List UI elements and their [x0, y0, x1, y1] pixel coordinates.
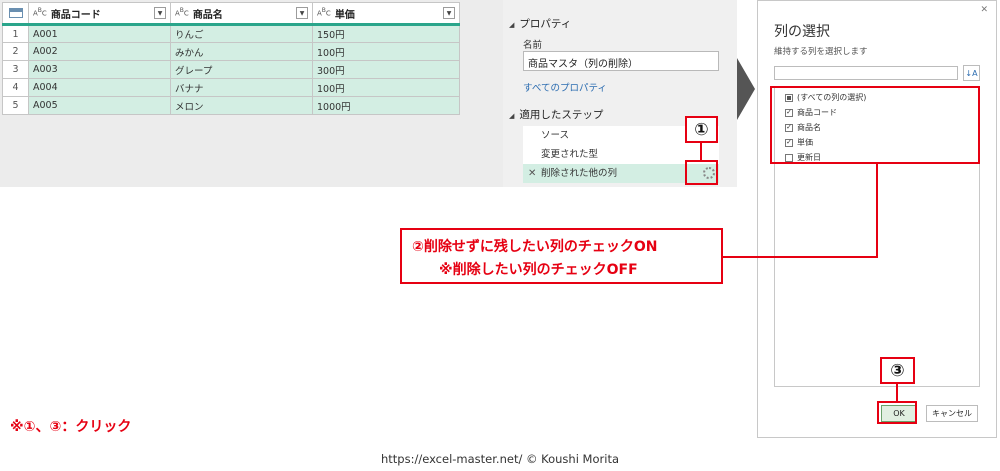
instruction-callout: ②削除せずに残したい列のチェックON ※削除したい列のチェックOFF [400, 228, 723, 284]
applied-steps-section-header[interactable]: ◢ 適用したステップ [509, 107, 603, 122]
highlight-box-gear [685, 160, 718, 185]
callout-line-1: ②削除せずに残したい列のチェックON [412, 239, 658, 255]
connector-line [876, 163, 878, 257]
click-note: ※①、③：クリック [10, 419, 132, 435]
properties-section-header[interactable]: ◢ プロパティ [509, 16, 571, 31]
callout-line-2: ※削除したい列のチェックOFF [439, 262, 638, 278]
connector-line [722, 256, 878, 258]
row-number: 2 [2, 42, 29, 61]
table-row: 3 A003 グレープ 300円 [2, 60, 460, 79]
table-icon [8, 7, 23, 18]
cell-code[interactable]: A001 [28, 24, 171, 43]
cell-name[interactable]: りんご [170, 24, 313, 43]
highlight-box-column-list [770, 86, 980, 164]
step-label: 変更された型 [541, 149, 599, 160]
dialog-subtitle: 維持する列を選択します [774, 47, 868, 57]
collapse-triangle-icon: ◢ [509, 112, 515, 120]
column-header-price[interactable]: ABC 単価 ▼ [312, 2, 460, 26]
collapse-triangle-icon: ◢ [509, 21, 515, 29]
column-header-name[interactable]: ABC 商品名 ▼ [170, 2, 313, 26]
data-preview-grid: ABC 商品コード ▼ ABC 商品名 ▼ ABC 単価 ▼ 1 A001 りん… [2, 2, 460, 115]
sort-icon[interactable]: ↓A [963, 65, 980, 81]
cell-price[interactable]: 150円 [312, 24, 460, 43]
applied-steps-heading: 適用したステップ [519, 109, 604, 121]
close-icon[interactable]: ✕ [980, 5, 988, 15]
filter-dropdown-icon[interactable]: ▼ [443, 7, 455, 19]
cell-price[interactable]: 100円 [312, 42, 460, 61]
connector-line [700, 142, 702, 161]
cell-name[interactable]: グレープ [170, 60, 313, 79]
cell-name[interactable]: バナナ [170, 78, 313, 97]
table-menu-button[interactable] [2, 2, 29, 26]
cell-name[interactable]: メロン [170, 96, 313, 115]
text-type-icon: ABC [175, 7, 189, 18]
pointer-arrow [737, 58, 755, 120]
cell-code[interactable]: A003 [28, 60, 171, 79]
highlight-box-ok [877, 401, 917, 424]
cell-price[interactable]: 300円 [312, 60, 460, 79]
cell-price[interactable]: 1000円 [312, 96, 460, 115]
row-number: 1 [2, 24, 29, 43]
cell-code[interactable]: A002 [28, 42, 171, 61]
filter-dropdown-icon[interactable]: ▼ [296, 7, 308, 19]
cell-name[interactable]: みかん [170, 42, 313, 61]
column-header-label: 商品名 [192, 9, 223, 21]
cell-code[interactable]: A005 [28, 96, 171, 115]
table-row: 4 A004 バナナ 100円 [2, 78, 460, 97]
cell-code[interactable]: A004 [28, 78, 171, 97]
column-header-label: 商品コード [50, 9, 101, 21]
step-label: ソース [541, 130, 570, 141]
dialog-title: 列の選択 [774, 24, 830, 40]
column-header-code[interactable]: ABC 商品コード ▼ [28, 2, 171, 26]
properties-heading: プロパティ [519, 18, 572, 30]
table-row: 5 A005 メロン 1000円 [2, 96, 460, 115]
cell-price[interactable]: 100円 [312, 78, 460, 97]
filter-dropdown-icon[interactable]: ▼ [154, 7, 166, 19]
name-label: 名前 [523, 40, 543, 51]
delete-step-icon[interactable]: ✕ [528, 164, 536, 183]
row-number: 4 [2, 78, 29, 97]
text-type-icon: ABC [33, 7, 47, 18]
text-type-icon: ABC [317, 7, 331, 18]
grid-header-row: ABC 商品コード ▼ ABC 商品名 ▼ ABC 単価 ▼ [2, 2, 460, 26]
row-number: 5 [2, 96, 29, 115]
step-label: 削除された他の列 [541, 168, 618, 179]
column-search-input[interactable] [774, 66, 958, 80]
column-header-label: 単価 [334, 9, 355, 21]
footer-credit: https://excel-master.net/ © Koushi Morit… [380, 452, 619, 466]
row-number: 3 [2, 60, 29, 79]
connector-line [896, 383, 898, 402]
cancel-button[interactable]: キャンセル [926, 405, 978, 422]
query-name-input[interactable]: 商品マスタ（列の削除） [523, 51, 719, 71]
table-row: 2 A002 みかん 100円 [2, 42, 460, 61]
step-badge-3: ③ [880, 357, 915, 384]
all-properties-link[interactable]: すべてのプロパティ [523, 80, 607, 94]
table-row: 1 A001 りんご 150円 [2, 24, 460, 43]
step-badge-1: ① [685, 116, 718, 143]
